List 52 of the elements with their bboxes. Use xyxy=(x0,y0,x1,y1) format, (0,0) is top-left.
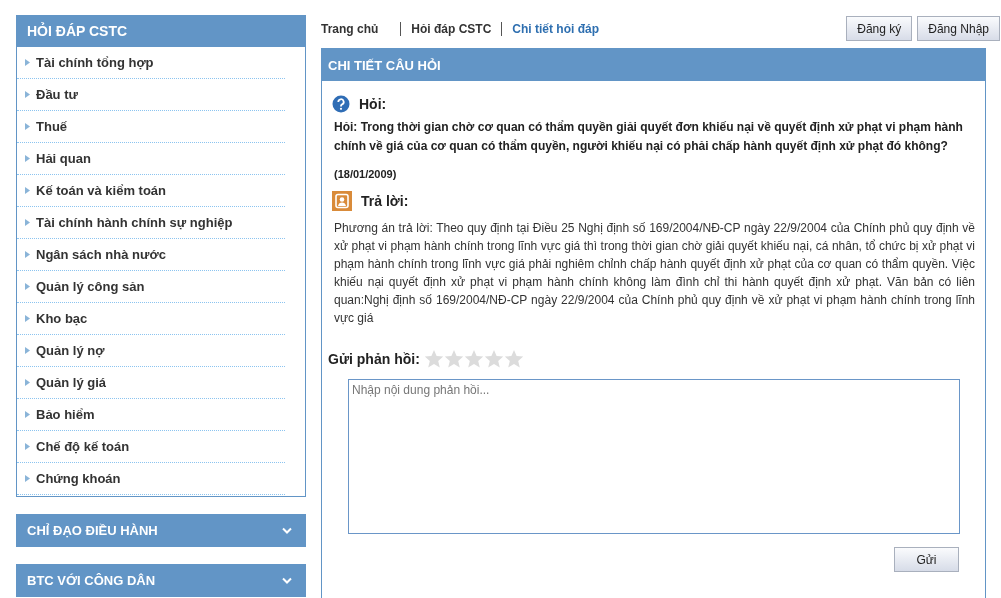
bullet-icon xyxy=(25,59,30,66)
bullet-icon xyxy=(25,283,30,290)
sidebar-item[interactable]: Thuế xyxy=(36,119,68,134)
bullet-icon xyxy=(25,123,30,130)
bullet-icon xyxy=(25,219,30,226)
star-icon[interactable] xyxy=(423,349,444,369)
bullet-icon xyxy=(25,155,30,162)
star-icon[interactable] xyxy=(483,349,504,369)
sidebar-item[interactable]: Kho bạc xyxy=(36,311,88,326)
bullet-icon xyxy=(25,91,30,98)
star-icon[interactable] xyxy=(503,349,524,369)
section-title: BTC VỚI CÔNG DÂN xyxy=(27,573,156,588)
question-date: (18/01/2009) xyxy=(334,168,398,180)
sidebar-item[interactable]: Tài chính hành chính sự nghiệp xyxy=(36,215,233,230)
sidebar-title: HỎI ĐÁP CSTC xyxy=(16,15,306,47)
auth-button[interactable]: Đăng ký xyxy=(846,16,913,41)
breadcrumb-link[interactable]: Trang chủ xyxy=(321,21,401,36)
bullet-icon xyxy=(25,379,30,386)
star-icon[interactable] xyxy=(443,349,464,369)
star-icon[interactable] xyxy=(463,349,484,369)
breadcrumb-link[interactable]: Chi tiết hỏi đáp xyxy=(501,21,609,36)
sidebar-item[interactable]: Quản lý nợ xyxy=(36,343,105,358)
feedback-field[interactable]: Nhập nội dung phản hồi... xyxy=(348,379,960,534)
sidebar-item[interactable]: Bảo hiểm xyxy=(36,407,95,422)
bullet-icon xyxy=(25,475,30,482)
breadcrumb-link[interactable]: Hỏi đáp CSTC xyxy=(400,21,502,36)
answer-label: Trả lời: xyxy=(361,193,409,209)
auth-button[interactable]: Đăng Nhập xyxy=(917,16,1000,41)
question-text: Hỏi: Trong thời gian chờ cơ quan có thẩm quyền giải quyết đơn khiếu nại về quyết định xử phạt vi phạm hành chính về giá của cơ quan có thẩm quyền, người khiếu nại có phải chấp hành quyết định xử phạt đó không? xyxy=(334,119,964,155)
sidebar-item[interactable]: Quản lý công sản xyxy=(36,279,145,294)
sidebar-item[interactable]: Ngân sách nhà nước xyxy=(36,247,166,262)
bullet-icon xyxy=(25,187,30,194)
sidebar-item[interactable]: Hải quan xyxy=(36,151,91,166)
sidebar-item[interactable]: Đầu tư xyxy=(36,87,78,102)
help-icon xyxy=(332,95,350,113)
sidebar-item[interactable]: Tài chính tổng hợp xyxy=(36,55,154,70)
bullet-icon xyxy=(25,251,30,258)
sidebar-item[interactable]: Chứng khoán xyxy=(36,471,121,486)
sidebar-item[interactable]: Kế toán và kiểm toán xyxy=(36,183,167,198)
question-label: Hỏi: xyxy=(359,96,387,112)
sidebar-item[interactable]: Quản lý giá xyxy=(36,375,107,390)
bullet-icon xyxy=(25,347,30,354)
feedback-label: Gửi phản hồi: xyxy=(328,351,420,367)
sidebar-item[interactable]: Chế độ kế toán xyxy=(36,439,130,454)
person-icon xyxy=(332,191,352,211)
submit-button[interactable]: Gửi xyxy=(894,547,959,572)
bullet-icon xyxy=(25,411,30,418)
bullet-icon xyxy=(25,443,30,450)
answer-text: Phương án trả lời: Theo quy định tại Điều 25 Nghị định số 169/2004/NĐ-CP ngày 22/9/2004 của Chính phủ quy định về xử phạt vi phạm hành chính trong lĩnh vực giá thì trong thời gian chờ giải quyết khiếu nại, cá nhân, tổ chức bị xử phạt vi phạm hành chính trong lĩnh vực giá phải nghiêm chỉnh chấp hành quyết định xử phạt của cơ quan có thẩm quyền. Việc khiếu nại quyết định xử phạt vi phạm hành chính không làm đình chỉ thi hành quyết định xử phạt. Văn bản có liên quan:Nghị định số 169/2004/NĐ-CP ngày 22/9/2004 của Chính phủ quy định về xử phạt vi phạm hành chính trong lĩnh vực giá xyxy=(334,220,975,327)
section-title: CHỈ ĐẠO ĐIỀU HÀNH xyxy=(27,523,158,538)
panel-title: CHI TIẾT CÂU HỎI xyxy=(322,49,985,81)
bullet-icon xyxy=(25,315,30,322)
